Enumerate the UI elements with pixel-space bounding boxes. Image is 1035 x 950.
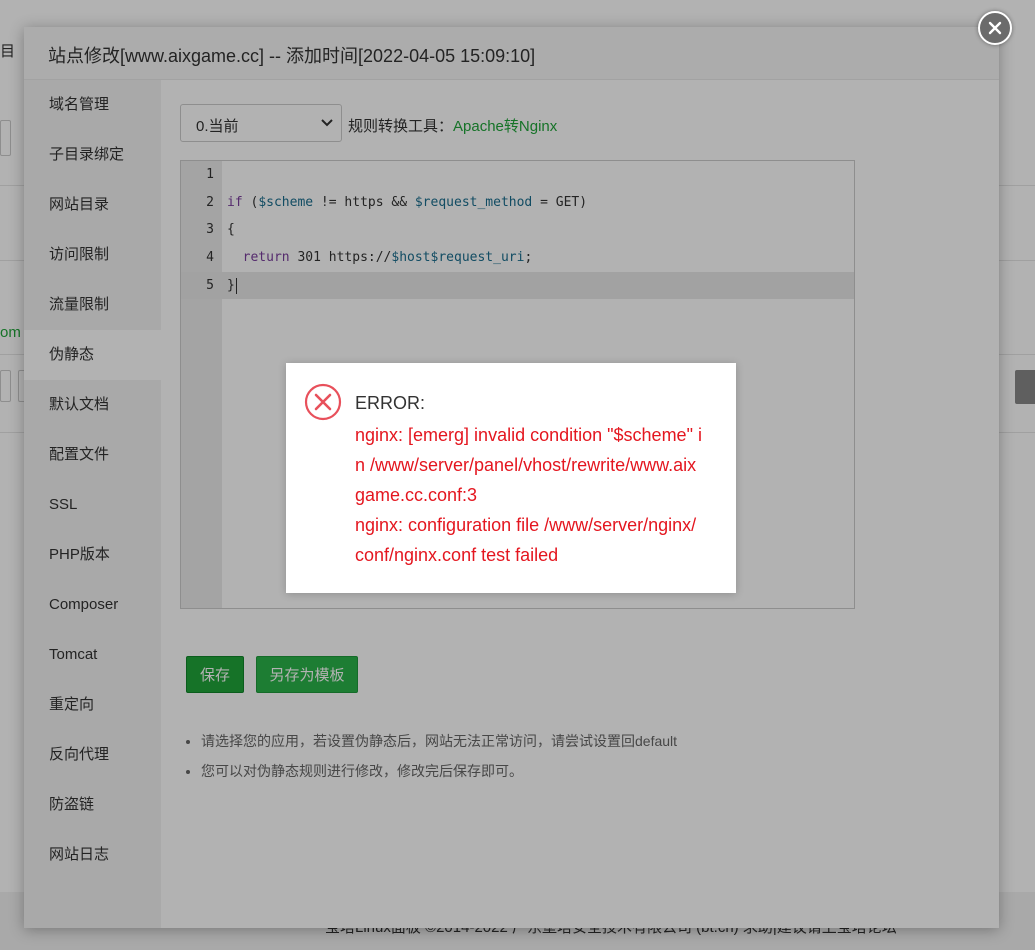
- error-message-box: ERROR: nginx: [emerg] invalid condition …: [286, 363, 736, 593]
- close-icon: [988, 21, 1002, 35]
- dialog-close-button[interactable]: [978, 11, 1012, 45]
- error-message-line: nginx: [emerg] invalid condition "$schem…: [355, 425, 702, 505]
- error-circle-icon: [304, 383, 342, 421]
- error-message-line: nginx: configuration file /www/server/ng…: [355, 515, 697, 565]
- error-heading: ERROR:: [355, 393, 426, 413]
- error-message: nginx: [emerg] invalid condition "$schem…: [355, 420, 705, 570]
